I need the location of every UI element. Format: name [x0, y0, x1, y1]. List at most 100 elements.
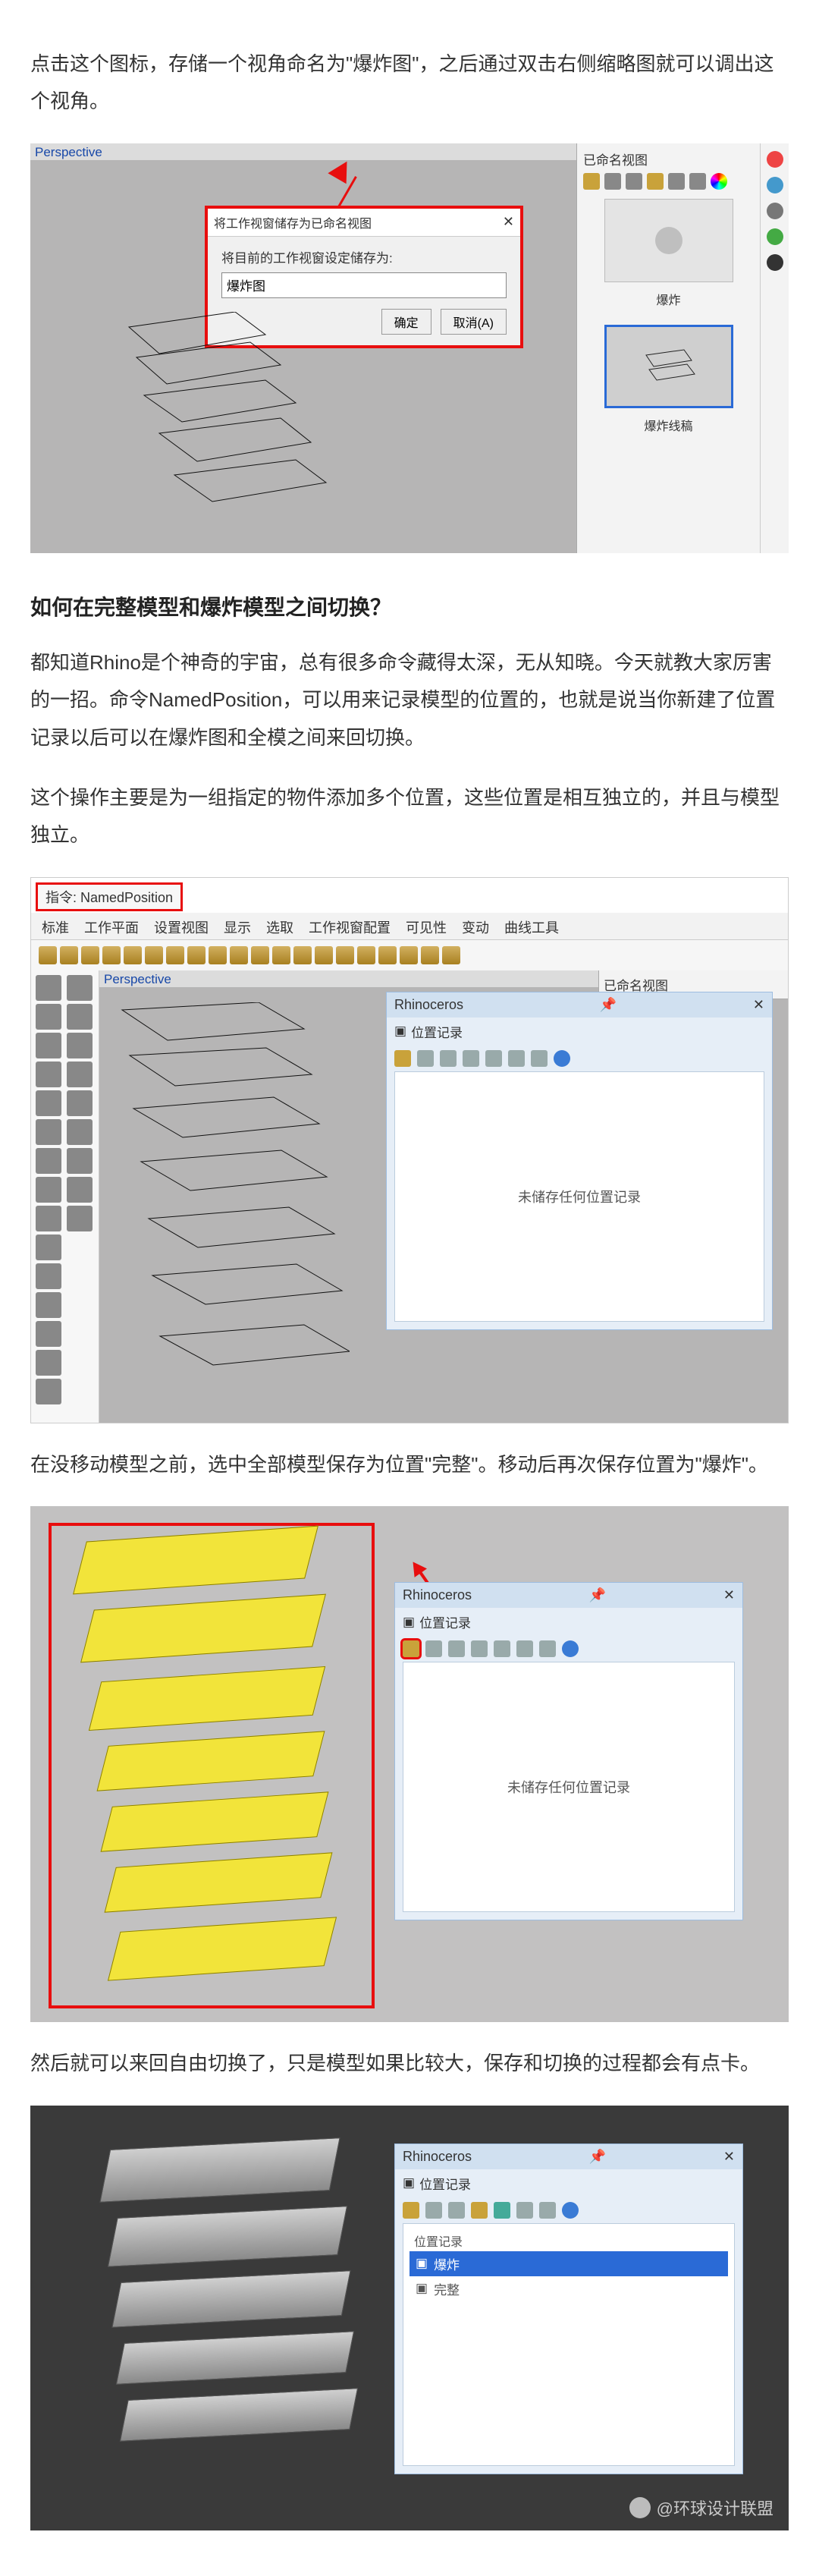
view-thumbnail-selected[interactable] [604, 325, 733, 408]
tool-icon[interactable] [36, 1235, 61, 1260]
tool-icon[interactable] [357, 946, 375, 964]
down-icon[interactable] [531, 1050, 548, 1067]
cancel-button[interactable]: 取消(A) [441, 309, 507, 335]
tool-icon[interactable] [494, 2202, 510, 2219]
save-position-icon[interactable] [403, 1640, 419, 1657]
tool-icon[interactable] [209, 946, 227, 964]
pin-icon[interactable]: 📌 [589, 2149, 606, 2165]
tool-icon[interactable] [336, 946, 354, 964]
tool-icon[interactable] [67, 1206, 93, 1231]
tab[interactable]: 变动 [462, 917, 489, 935]
tool-icon[interactable] [36, 1206, 61, 1231]
folder-icon[interactable] [647, 173, 664, 190]
tool-icon[interactable] [378, 946, 397, 964]
pin-icon[interactable]: 📌 [600, 997, 617, 1013]
tool-icon[interactable] [36, 1292, 61, 1318]
tool-icon[interactable] [102, 946, 121, 964]
tool-icon[interactable] [36, 1033, 61, 1058]
tab[interactable]: 显示 [224, 917, 251, 935]
save-position-icon[interactable] [394, 1050, 411, 1067]
tool-icon[interactable] [442, 946, 460, 964]
tool-icon[interactable] [67, 1004, 93, 1030]
close-icon[interactable]: ✕ [753, 997, 764, 1013]
tool-icon[interactable] [485, 1050, 502, 1067]
layer-icon[interactable] [767, 177, 783, 193]
pin-icon[interactable]: 📌 [589, 1587, 606, 1603]
tab[interactable]: 工作视窗配置 [309, 917, 391, 935]
tool-icon[interactable] [400, 946, 418, 964]
close-icon[interactable]: ✕ [723, 2149, 735, 2165]
tool-icon[interactable] [187, 946, 206, 964]
command-line[interactable]: 指令: NamedPosition [36, 882, 183, 911]
tool-icon[interactable] [36, 975, 61, 1001]
tool-icon[interactable] [425, 2202, 442, 2219]
view-name-input[interactable] [221, 272, 507, 298]
tool-icon[interactable] [60, 946, 78, 964]
help-icon[interactable] [562, 2202, 579, 2219]
close-icon[interactable]: ✕ [503, 214, 514, 230]
tool-icon[interactable] [36, 1263, 61, 1289]
delete-icon[interactable] [448, 2202, 465, 2219]
tool-icon[interactable] [494, 1640, 510, 1657]
down-icon[interactable] [539, 1640, 556, 1657]
brush-icon[interactable] [767, 203, 783, 219]
save-icon[interactable] [583, 173, 600, 190]
tool-icon[interactable] [36, 1148, 61, 1174]
up-icon[interactable] [516, 1640, 533, 1657]
tool-icon[interactable] [36, 1321, 61, 1347]
tool-icon[interactable] [668, 173, 685, 190]
tool-icon[interactable] [166, 946, 184, 964]
render-icon[interactable] [767, 151, 783, 168]
tool-icon[interactable] [471, 1640, 488, 1657]
tool-icon[interactable] [67, 1033, 93, 1058]
tool-icon[interactable] [39, 946, 57, 964]
tool-icon[interactable] [36, 1004, 61, 1030]
tool-icon[interactable] [425, 1640, 442, 1657]
view-thumbnail[interactable] [604, 199, 733, 282]
tool-icon[interactable] [36, 1177, 61, 1203]
tab[interactable]: 标准 [42, 917, 69, 935]
tool-icon[interactable] [67, 1177, 93, 1203]
tool-icon[interactable] [67, 1148, 93, 1174]
delete-icon[interactable] [440, 1050, 457, 1067]
tool-icon[interactable] [689, 173, 706, 190]
ok-button[interactable]: 确定 [381, 309, 431, 335]
up-icon[interactable] [516, 2202, 533, 2219]
delete-icon[interactable] [448, 1640, 465, 1657]
help-icon[interactable] [554, 1050, 570, 1067]
tool-icon[interactable] [67, 1119, 93, 1145]
tool-icon[interactable] [67, 1090, 93, 1116]
tool-icon[interactable] [604, 173, 621, 190]
tool-icon[interactable] [272, 946, 290, 964]
tool-icon[interactable] [251, 946, 269, 964]
display-icon[interactable] [767, 254, 783, 271]
position-item[interactable]: ▣完整 [410, 2276, 728, 2301]
position-item-active[interactable]: ▣爆炸 [410, 2251, 728, 2276]
tool-icon[interactable] [36, 1062, 61, 1087]
down-icon[interactable] [539, 2202, 556, 2219]
tool-icon[interactable] [230, 946, 248, 964]
up-icon[interactable] [508, 1050, 525, 1067]
help-icon[interactable] [767, 228, 783, 245]
tab[interactable]: 选取 [266, 917, 293, 935]
tool-icon[interactable] [36, 1379, 61, 1404]
color-wheel-icon[interactable] [711, 173, 727, 190]
tool-icon[interactable] [36, 1090, 61, 1116]
tool-icon[interactable] [471, 2202, 488, 2219]
tool-icon[interactable] [36, 1119, 61, 1145]
tool-icon[interactable] [145, 946, 163, 964]
save-position-icon[interactable] [403, 2202, 419, 2219]
tool-icon[interactable] [124, 946, 142, 964]
tool-icon[interactable] [67, 975, 93, 1001]
tool-icon[interactable] [293, 946, 312, 964]
tool-icon[interactable] [626, 173, 642, 190]
tab[interactable]: 工作平面 [84, 917, 139, 935]
tab[interactable]: 曲线工具 [504, 917, 559, 935]
tool-icon[interactable] [81, 946, 99, 964]
tool-icon[interactable] [417, 1050, 434, 1067]
close-icon[interactable]: ✕ [723, 1587, 735, 1603]
tab[interactable]: 可见性 [406, 917, 447, 935]
tool-icon[interactable] [463, 1050, 479, 1067]
tool-icon[interactable] [67, 1062, 93, 1087]
tool-icon[interactable] [421, 946, 439, 964]
